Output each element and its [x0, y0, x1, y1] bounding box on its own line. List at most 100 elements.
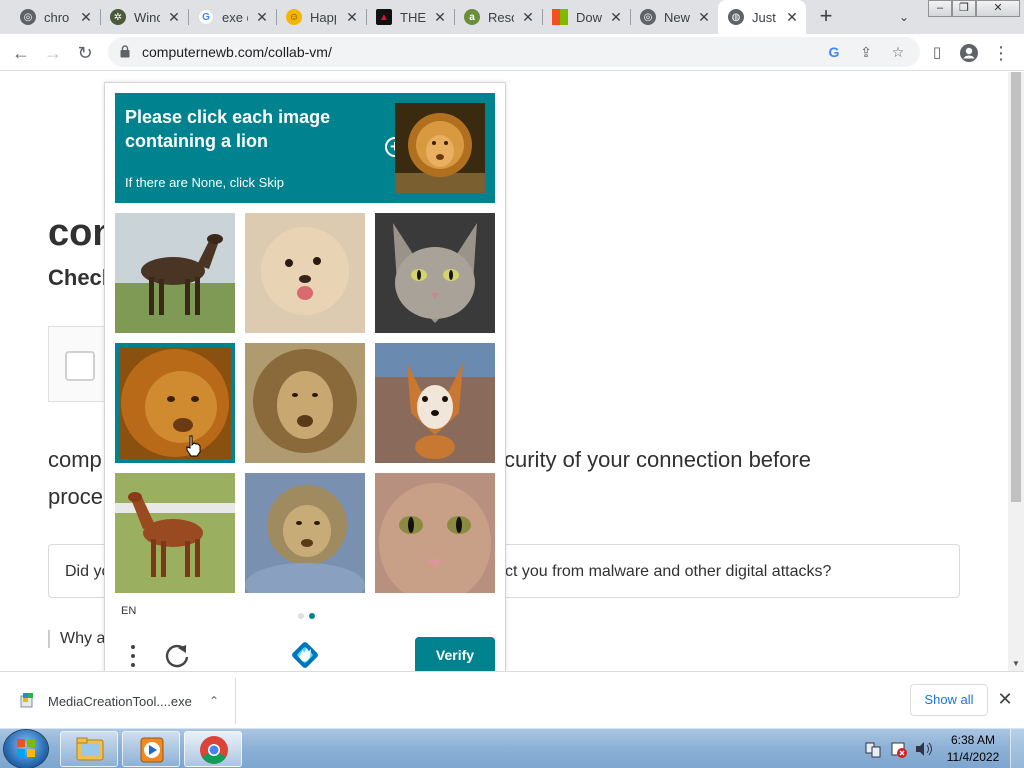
tile-3-cat[interactable] [375, 213, 495, 333]
network-icon[interactable] [865, 742, 881, 758]
close-tab-icon[interactable]: ✕ [78, 9, 94, 25]
tab-title: Dow [576, 9, 602, 25]
emoji-icon: ☺ [286, 9, 302, 25]
close-tab-icon[interactable]: ✕ [520, 9, 536, 25]
settings-icon: ✲ [110, 9, 126, 25]
scroll-down-arrow-icon[interactable]: ▼ [1011, 659, 1021, 669]
tab-title: New [664, 9, 690, 25]
tab-title: Winc [134, 9, 160, 25]
restore-button[interactable]: ❐ [952, 0, 976, 17]
tile-9-cat[interactable] [375, 473, 495, 593]
scrollbar-thumb[interactable] [1011, 72, 1021, 502]
tab-7[interactable]: Dow ✕ [542, 0, 630, 34]
tab-3[interactable]: G exe d ✕ [188, 0, 276, 34]
chrome-icon: ◎ [20, 9, 36, 25]
url-text: computernewb.com/collab-vm/ [142, 44, 332, 60]
google-lens-icon[interactable]: G [824, 42, 844, 62]
tab-title: Just [752, 9, 776, 25]
browser-toolbar: ← → ↻ computernewb.com/collab-vm/ G ⇪ ☆ … [0, 34, 1024, 71]
taskbar-media-player[interactable] [122, 731, 180, 767]
clock-time: 6:38 AM [950, 733, 996, 747]
show-desktop-button[interactable] [1010, 729, 1024, 768]
close-tab-icon[interactable]: ✕ [432, 9, 448, 25]
hcaptcha-logo-icon [292, 642, 318, 668]
tile-6-corgi[interactable] [375, 343, 495, 463]
tab-4[interactable]: ☺ Happ ✕ [276, 0, 366, 34]
media-player-icon [140, 737, 164, 763]
close-tab-icon[interactable]: ✕ [254, 9, 270, 25]
share-icon[interactable]: ⇪ [856, 42, 876, 62]
chrome-icon [200, 736, 228, 764]
tab-8[interactable]: ◎ New ✕ [630, 0, 718, 34]
clock-date: 11/4/2022 [946, 750, 1000, 764]
menu-icon[interactable]: ⋮ [988, 40, 1014, 66]
tile-8-lion[interactable] [245, 473, 365, 593]
paragraph-line-1-left: comp [48, 447, 102, 472]
side-panel-icon[interactable]: ▯ [924, 40, 950, 66]
tab-6[interactable]: a Resc ✕ [454, 0, 542, 34]
challenge-prompt: Please click each image containing a lio… [125, 107, 331, 151]
paragraph-line-2: proce [48, 484, 104, 509]
start-button[interactable] [4, 730, 48, 768]
download-item[interactable]: MediaCreationTool....exe ⌃ [10, 678, 236, 724]
new-tab-button[interactable]: + [812, 4, 840, 30]
folder-icon [76, 737, 104, 761]
hand-cursor-icon [186, 435, 201, 457]
tile-1-horse[interactable] [115, 213, 235, 333]
taskbar-explorer[interactable] [60, 731, 118, 767]
challenge-header: Please click each image containing a lio… [115, 93, 495, 203]
web-page: con Checl comp curity of your connection… [0, 72, 1008, 671]
hcaptcha-challenge: Please click each image containing a lio… [104, 82, 506, 671]
close-tab-icon[interactable]: ✕ [344, 9, 360, 25]
bookmark-star-icon[interactable]: ☆ [888, 42, 908, 62]
close-tab-icon[interactable]: ✕ [608, 9, 624, 25]
close-tab-icon[interactable]: ✕ [784, 9, 800, 25]
tile-2-dog[interactable] [245, 213, 365, 333]
tile-4-lion-selected[interactable] [115, 343, 235, 463]
human-checkbox[interactable] [65, 351, 95, 381]
tab-5[interactable]: ▲ THE ✕ [366, 0, 454, 34]
tab-9-active[interactable]: ◍ Just ✕ [718, 0, 806, 34]
profile-icon [960, 44, 978, 62]
page-subheading: Checl [48, 265, 108, 290]
more-options-icon[interactable] [123, 643, 143, 669]
action-center-icon[interactable] [891, 742, 907, 758]
why-text: Why a [48, 630, 105, 648]
language-selector[interactable]: EN [121, 605, 136, 617]
windows-taskbar: 6:38 AM 11/4/2022 [0, 728, 1024, 768]
refresh-challenge-icon[interactable] [163, 641, 191, 669]
close-window-button[interactable]: ✕ [976, 0, 1020, 17]
tab-search-button[interactable]: ⌄ [892, 6, 916, 28]
page-dot-active [309, 613, 315, 619]
minimize-button[interactable]: – [928, 0, 952, 17]
profile-avatar[interactable] [956, 40, 982, 66]
faq-text-right: ct you from malware and other digital at… [505, 563, 832, 580]
tab-title: chro [44, 9, 70, 25]
reload-button[interactable]: ↻ [72, 40, 98, 66]
tab-1[interactable]: ◎ chro ✕ [10, 0, 100, 34]
site-logo-icon: a [464, 9, 480, 25]
tile-5-lion[interactable] [245, 343, 365, 463]
verify-button[interactable]: Verify [415, 637, 495, 671]
chevron-up-icon[interactable]: ⌃ [204, 691, 224, 711]
faq-text-left: Did yc [65, 563, 110, 580]
tile-7-horse[interactable] [115, 473, 235, 593]
forward-button[interactable]: → [40, 40, 66, 66]
address-bar[interactable]: computernewb.com/collab-vm/ G ⇪ ☆ [108, 37, 920, 67]
triangle-logo-icon: ▲ [376, 9, 392, 25]
close-download-bar-button[interactable]: ✕ [994, 688, 1016, 710]
system-tray [860, 733, 940, 765]
back-button[interactable]: ← [8, 40, 34, 66]
taskbar-clock[interactable]: 6:38 AM 11/4/2022 [940, 732, 1006, 766]
page-scrollbar[interactable]: ▼ [1008, 72, 1024, 671]
taskbar-chrome[interactable] [184, 731, 242, 767]
close-tab-icon[interactable]: ✕ [166, 9, 182, 25]
chrome-icon: ◎ [640, 9, 656, 25]
show-all-downloads-button[interactable]: Show all [910, 684, 988, 716]
tab-2[interactable]: ✲ Winc ✕ [100, 0, 188, 34]
example-image-lion [395, 103, 485, 193]
close-tab-icon[interactable]: ✕ [696, 9, 712, 25]
volume-icon[interactable] [916, 742, 932, 756]
challenge-subtitle: If there are None, click Skip [125, 175, 284, 190]
tab-title: exe d [222, 9, 248, 25]
